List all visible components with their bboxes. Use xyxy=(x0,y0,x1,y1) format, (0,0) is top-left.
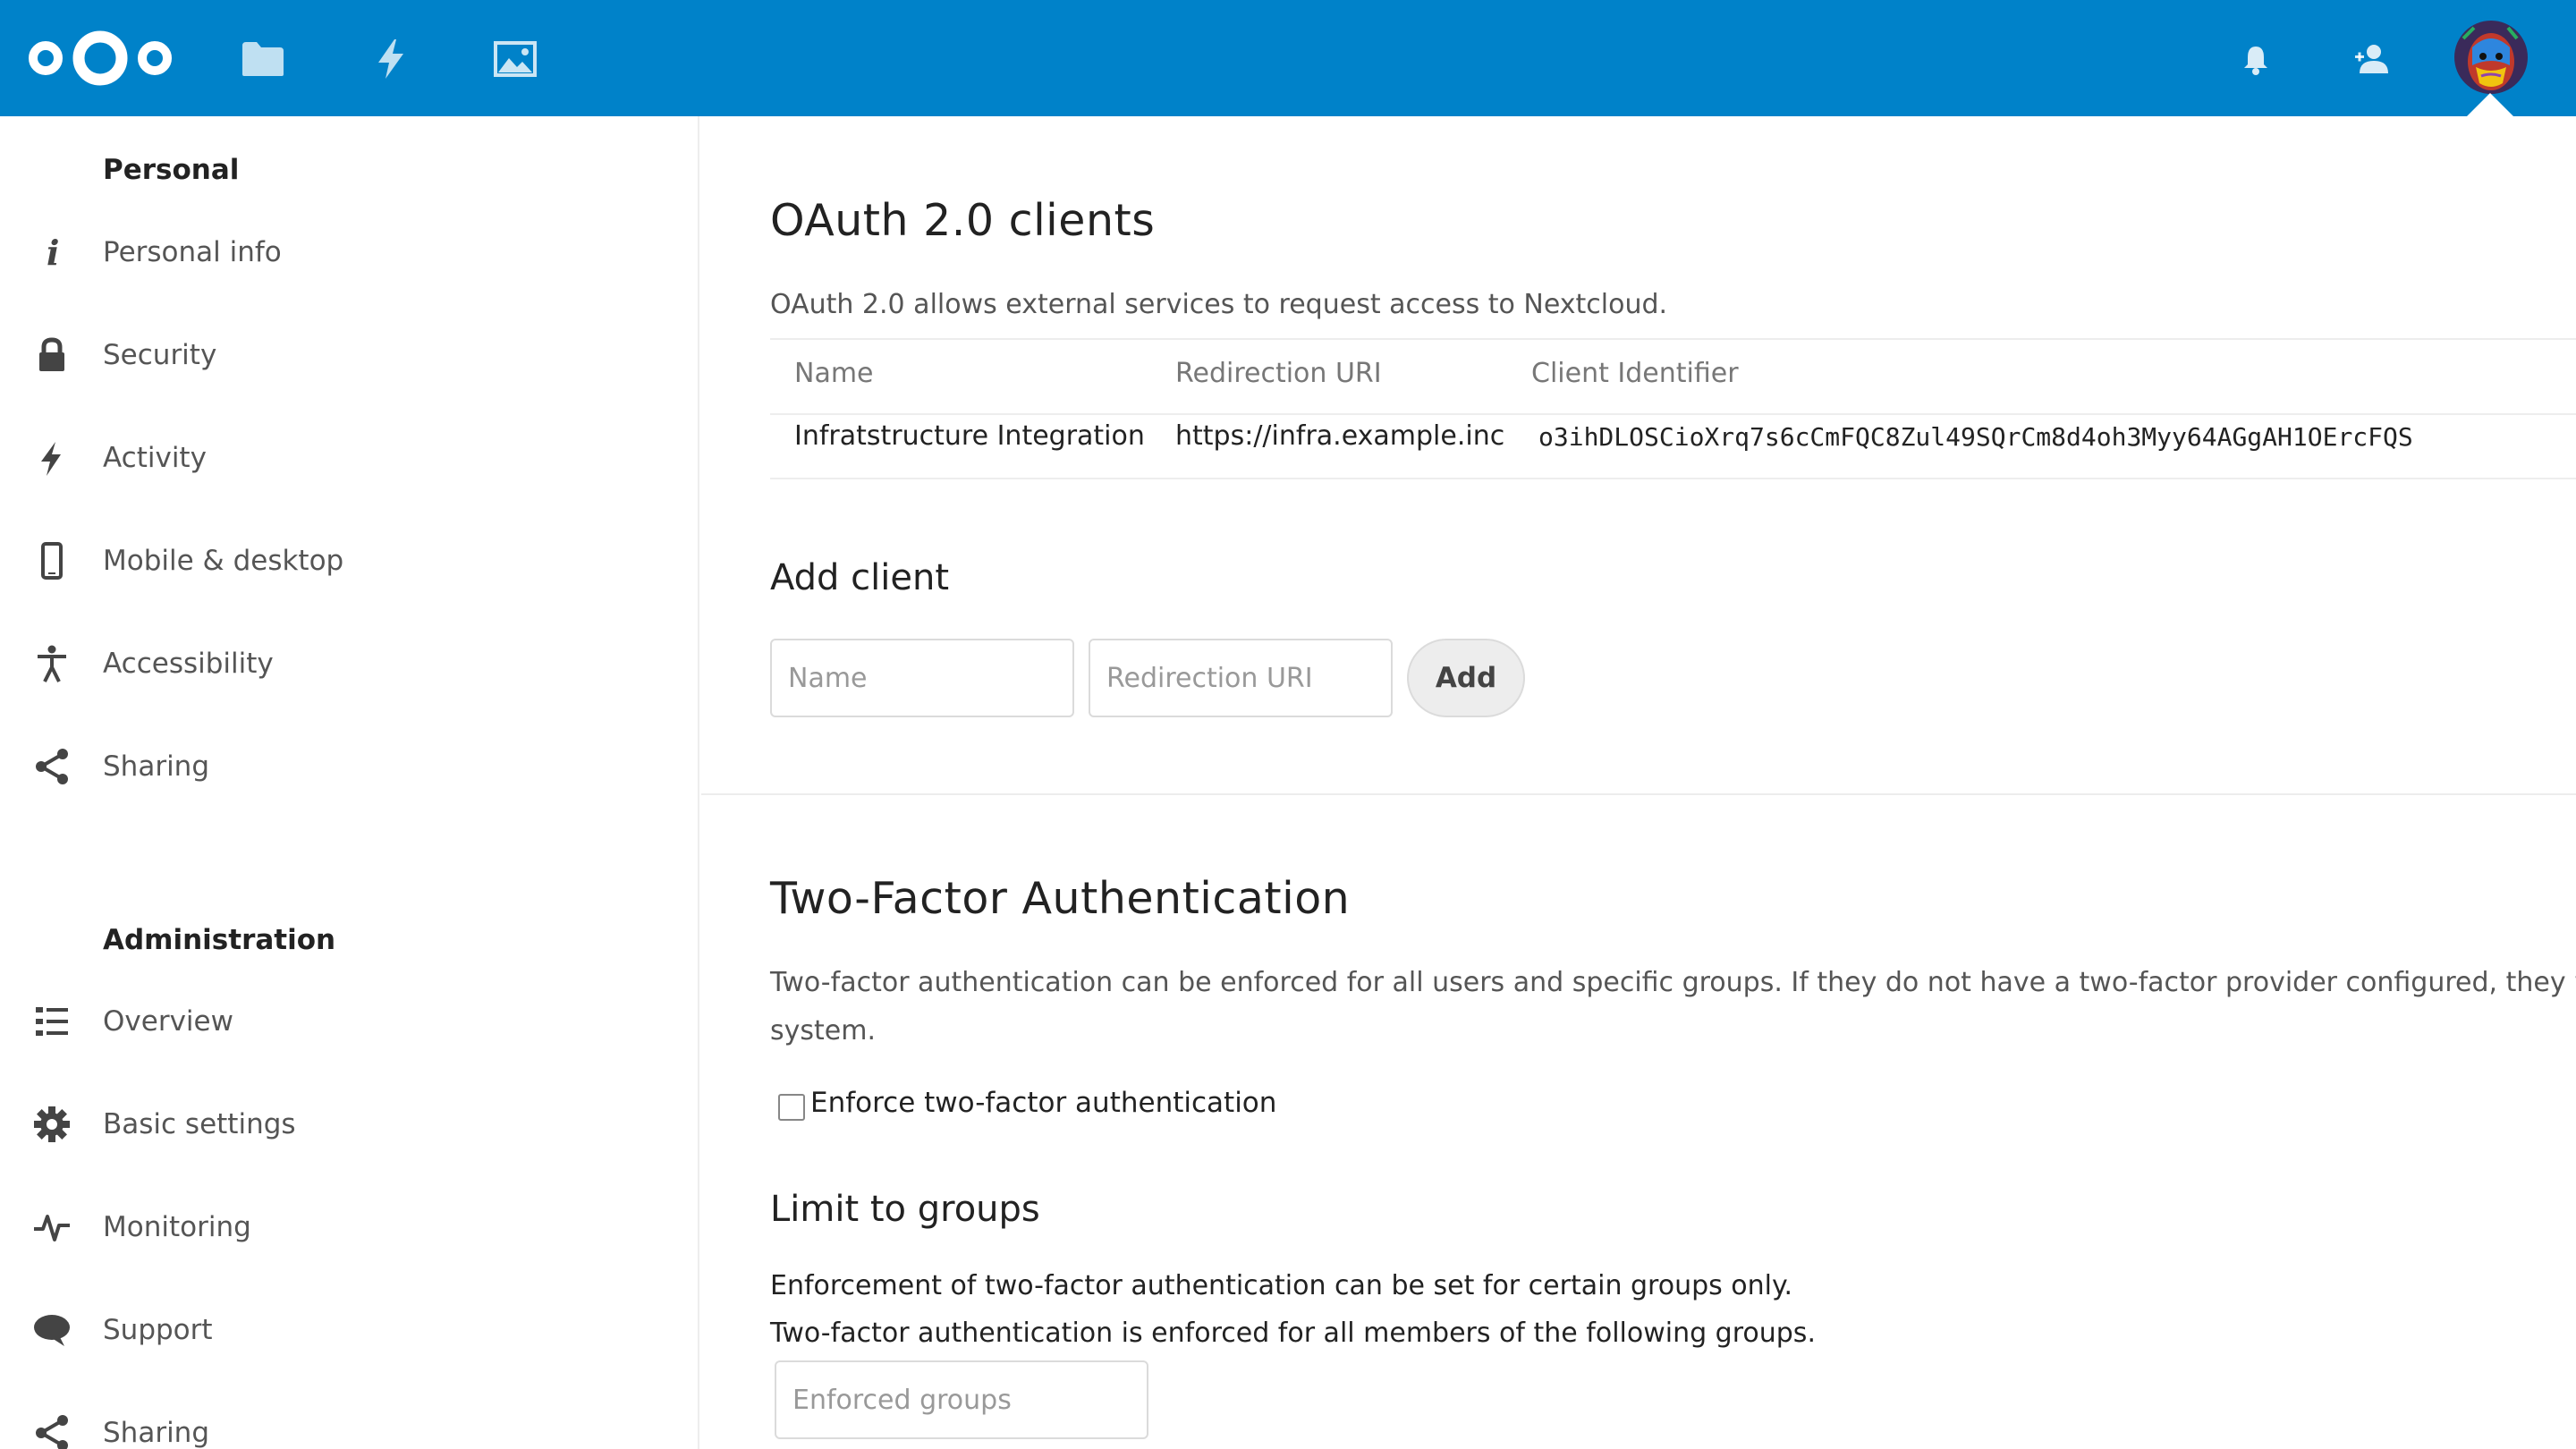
sidebar-item-accessibility[interactable]: Accessibility xyxy=(0,619,698,708)
sidebar-item-label: Support xyxy=(103,1314,213,1346)
sidebar-item-label: Sharing xyxy=(103,1417,210,1449)
limit-groups-title: Limit to groups xyxy=(770,1189,1040,1230)
add-client-title: Add client xyxy=(770,557,950,598)
share-icon xyxy=(32,747,72,786)
sidebar-item-mobile-desktop[interactable]: Mobile & desktop xyxy=(0,516,698,606)
enforced-groups-placeholder: Enforced groups xyxy=(792,1384,1012,1416)
menu-caret xyxy=(2467,93,2513,116)
table-row-border xyxy=(770,478,2576,479)
sidebar-item-personal-info[interactable]: i Personal info xyxy=(0,208,698,297)
client-identifier[interactable]: o3ihDLOSCioXrq7s6cCmFQC8Zul49SQrCm8d4oh3… xyxy=(1538,422,2413,452)
oauth-title: OAuth 2.0 clients xyxy=(770,195,1156,246)
column-header-redirection-uri: Redirection URI xyxy=(1175,358,1382,389)
redirection-uri-placeholder: Redirection URI xyxy=(1106,662,1313,694)
gear-icon xyxy=(32,1105,72,1144)
list-icon xyxy=(32,1002,72,1041)
svg-text:i: i xyxy=(47,233,59,272)
twofactor-title: Two-Factor Authentication xyxy=(770,873,1351,924)
sidebar-item-label: Basic settings xyxy=(103,1108,296,1140)
user-avatar[interactable] xyxy=(2454,21,2528,94)
bell-icon[interactable] xyxy=(2236,39,2275,79)
sidebar-item-activity[interactable]: Activity xyxy=(0,413,698,503)
table-top-border xyxy=(770,338,2576,340)
sidebar-item-sharing-admin[interactable]: Sharing xyxy=(0,1388,698,1449)
info-icon: i xyxy=(32,233,72,272)
sidebar-item-label: Overview xyxy=(103,1005,233,1038)
settings-content: OAuth 2.0 clients OAuth 2.0 allows exter… xyxy=(701,116,2576,1449)
sidebar-item-overview[interactable]: Overview xyxy=(0,977,698,1066)
lightning-icon xyxy=(32,438,72,478)
redirection-uri-input[interactable]: Redirection URI xyxy=(1089,639,1393,717)
table-header-border xyxy=(770,413,2576,415)
twofactor-description-line1: Two-factor authentication can be enforce… xyxy=(770,967,2576,998)
oauth-description: OAuth 2.0 allows external services to re… xyxy=(770,289,1668,320)
image-icon[interactable] xyxy=(492,36,538,82)
client-redirect-uri: https://infra.example.inc xyxy=(1175,420,1505,452)
enforce-2fa-checkbox[interactable] xyxy=(778,1094,805,1121)
pulse-icon xyxy=(32,1208,72,1247)
add-client-button[interactable]: Add xyxy=(1407,639,1525,717)
top-header xyxy=(0,0,2576,116)
column-header-name: Name xyxy=(794,358,874,389)
section-title-administration: Administration xyxy=(103,924,336,956)
sidebar-item-security[interactable]: Security xyxy=(0,310,698,400)
sidebar-item-label: Sharing xyxy=(103,750,210,783)
client-name-input[interactable]: Name xyxy=(770,639,1074,717)
settings-sidebar: Personal i Personal info Security Activi… xyxy=(0,116,699,1449)
enforced-groups-select[interactable]: Enforced groups xyxy=(775,1360,1148,1439)
sidebar-item-label: Monitoring xyxy=(103,1211,251,1243)
folder-icon[interactable] xyxy=(240,36,286,82)
nextcloud-logo[interactable] xyxy=(27,25,174,91)
sidebar-item-monitoring[interactable]: Monitoring xyxy=(0,1182,698,1272)
speech-bubble-icon xyxy=(32,1310,72,1350)
enforce-2fa-label[interactable]: Enforce two-factor authentication xyxy=(810,1087,1276,1119)
limit-groups-text-line2: Two-factor authentication is enforced fo… xyxy=(770,1318,1816,1349)
section-title-personal: Personal xyxy=(103,154,240,186)
lock-icon xyxy=(32,335,72,375)
sidebar-item-support[interactable]: Support xyxy=(0,1285,698,1375)
sidebar-item-label: Security xyxy=(103,339,217,371)
sidebar-item-sharing[interactable]: Sharing xyxy=(0,722,698,811)
sidebar-item-label: Mobile & desktop xyxy=(103,545,344,577)
sidebar-item-label: Activity xyxy=(103,442,207,474)
sidebar-item-basic-settings[interactable]: Basic settings xyxy=(0,1080,698,1169)
contacts-icon[interactable] xyxy=(2352,39,2392,79)
twofactor-description-line2: system. xyxy=(770,1015,876,1046)
share-icon xyxy=(32,1413,72,1449)
lightning-icon[interactable] xyxy=(368,36,414,82)
sidebar-item-label: Accessibility xyxy=(103,648,274,680)
client-name: Infratstructure Integration xyxy=(794,420,1145,452)
sidebar-item-label: Personal info xyxy=(103,236,282,268)
limit-groups-text-line1: Enforcement of two-factor authentication… xyxy=(770,1270,1793,1301)
phone-icon xyxy=(32,541,72,580)
column-header-client-identifier: Client Identifier xyxy=(1531,358,1739,389)
client-name-placeholder: Name xyxy=(788,662,868,694)
accessibility-icon xyxy=(32,644,72,683)
section-divider xyxy=(701,793,2576,795)
